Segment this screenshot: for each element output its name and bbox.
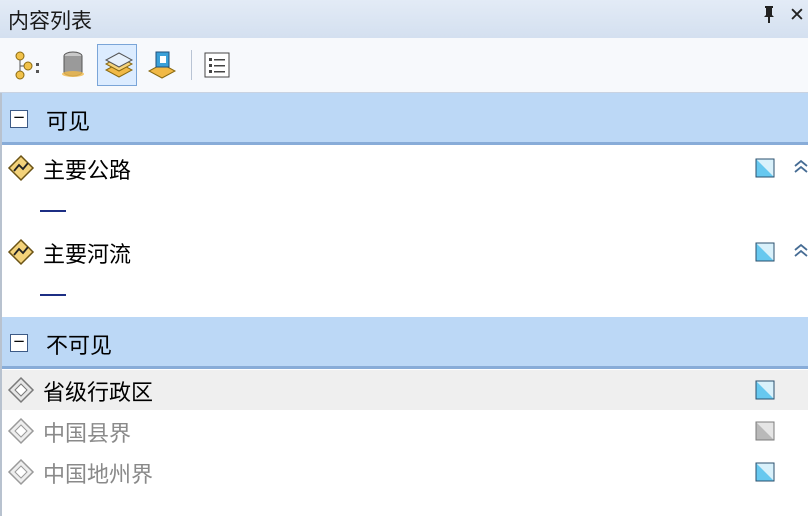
layer-item[interactable]: 主要河流 bbox=[2, 232, 808, 272]
layer-name: 中国地州界 bbox=[43, 463, 154, 488]
visibility-toggle-icon[interactable] bbox=[755, 242, 775, 266]
group-label: 不可见 bbox=[46, 334, 113, 359]
list-by-selection-icon bbox=[147, 51, 177, 79]
pin-icon[interactable] bbox=[758, 4, 780, 29]
layer-item[interactable]: 中国地州界 bbox=[2, 452, 808, 492]
visibility-toggle-icon[interactable] bbox=[755, 158, 775, 182]
polyline-layer-icon bbox=[6, 237, 36, 271]
layer-name: 主要河流 bbox=[43, 243, 132, 268]
collapse-toggle-icon[interactable]: − bbox=[10, 110, 28, 128]
visibility-toggle-icon[interactable] bbox=[755, 380, 775, 404]
list-by-visibility-button[interactable] bbox=[97, 44, 137, 86]
panel-title: 内容列表 bbox=[8, 9, 92, 33]
toc-content: − 可见 主要公路 主要河流 − 不可见 省级行政区 中国县界 中国地州界 bbox=[0, 93, 808, 516]
list-by-source-button[interactable] bbox=[52, 44, 92, 86]
layer-name: 主要公路 bbox=[43, 159, 132, 184]
list-by-selection-button[interactable] bbox=[141, 44, 181, 86]
layer-item[interactable]: 主要公路 bbox=[2, 148, 808, 188]
options-icon bbox=[204, 52, 230, 78]
layer-name: 中国县界 bbox=[43, 422, 132, 447]
list-by-drawing-order-button[interactable] bbox=[8, 44, 48, 86]
group-header-not-visible[interactable]: − 不可见 bbox=[2, 317, 808, 369]
layer-item[interactable]: 中国县界 bbox=[2, 411, 808, 451]
line-symbol-swatch[interactable] bbox=[40, 210, 66, 212]
line-symbol-swatch[interactable] bbox=[40, 294, 66, 296]
collapse-toggle-icon[interactable]: − bbox=[10, 334, 28, 352]
polyline-layer-icon bbox=[6, 153, 36, 187]
list-by-visibility-icon bbox=[104, 52, 134, 78]
group-label: 可见 bbox=[46, 110, 91, 135]
polygon-layer-icon bbox=[6, 375, 36, 409]
polygon-layer-icon bbox=[6, 457, 36, 491]
group-header-visible[interactable]: − 可见 bbox=[2, 93, 808, 145]
list-by-drawing-order-icon bbox=[15, 51, 39, 80]
toc-toolbar bbox=[0, 38, 808, 93]
polygon-layer-icon bbox=[6, 416, 36, 450]
visibility-toggle-disabled-icon[interactable] bbox=[755, 421, 775, 445]
chevron-up-icon[interactable] bbox=[792, 156, 808, 178]
close-icon[interactable]: ✕ bbox=[786, 4, 808, 26]
panel-title-bar: 内容列表 ✕ bbox=[0, 0, 808, 38]
options-button[interactable] bbox=[196, 44, 236, 86]
list-by-source-icon bbox=[62, 51, 84, 77]
layer-name: 省级行政区 bbox=[43, 381, 154, 406]
layer-item[interactable]: 省级行政区 bbox=[2, 370, 808, 410]
visibility-toggle-icon[interactable] bbox=[755, 462, 775, 486]
toolbar-separator bbox=[191, 50, 192, 80]
chevron-up-icon[interactable] bbox=[792, 240, 808, 262]
